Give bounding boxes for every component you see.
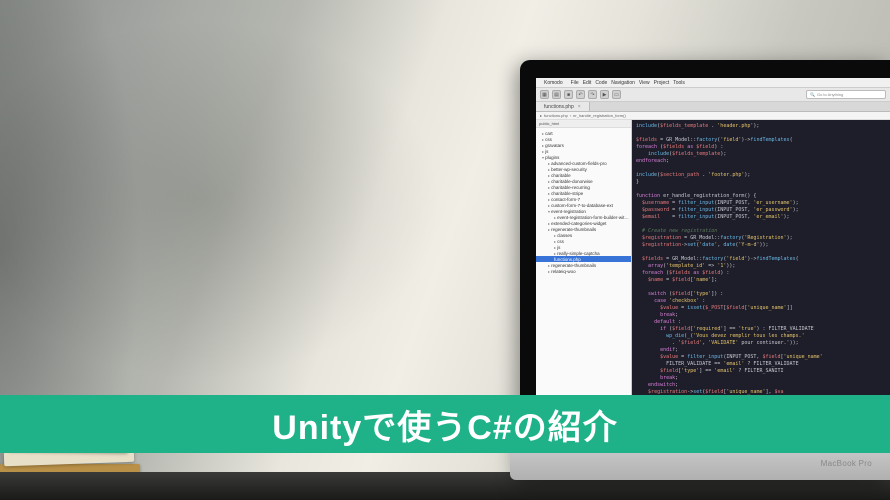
play-icon[interactable]: ▶ bbox=[600, 90, 609, 99]
laptop-brand-label: MacBook Pro bbox=[821, 459, 872, 468]
code-line: $registration->set('date', date('Y-m-d')… bbox=[636, 242, 886, 249]
sidebar-header-label: public_html bbox=[539, 121, 559, 126]
code-line: include($fields_template . 'header.php')… bbox=[636, 123, 886, 130]
code-line: endswitch; bbox=[636, 382, 886, 389]
code-line: $field['type'] == 'email' ? FILTER_SANIT… bbox=[636, 368, 886, 375]
code-line: . '$field', 'VALIDATE' pour continuer.')… bbox=[636, 340, 886, 347]
code-line: function er_handle_registration_form() { bbox=[636, 193, 886, 200]
code-line: foreach ($fields as $field) : bbox=[636, 144, 886, 151]
folder-icon: ▸ bbox=[540, 113, 542, 118]
search-placeholder: Go to Anything bbox=[817, 92, 843, 97]
sidebar: public_html cartcssgravatarsjspluginsadv… bbox=[536, 120, 632, 422]
code-line bbox=[636, 165, 886, 172]
code-line: $password = filter_input(INPUT_POST, 'er… bbox=[636, 207, 886, 214]
code-line: $username = filter_input(INPUT_POST, 'er… bbox=[636, 200, 886, 207]
code-line: if ($field['required'] == 'true') : FILT… bbox=[636, 326, 886, 333]
code-line: $fields = GR_Model::factory('field')->fi… bbox=[636, 137, 886, 144]
ide-body: public_html cartcssgravatarsjspluginsadv… bbox=[536, 120, 890, 422]
code-line: endforeach; bbox=[636, 158, 886, 165]
menubar[interactable]: Komodo File EditCode Navigation View Project… bbox=[536, 78, 890, 88]
banner-title: Unityで使うC#の紹介 bbox=[272, 400, 617, 449]
code-line bbox=[636, 284, 886, 291]
breadcrumb-segment[interactable]: er_handle_registration_form() bbox=[573, 113, 626, 118]
code-line bbox=[636, 186, 886, 193]
sidebar-open-files-header[interactable]: public_html bbox=[536, 120, 631, 128]
menubar-item[interactable]: Project bbox=[654, 80, 670, 86]
undo-icon[interactable]: ↶ bbox=[576, 90, 585, 99]
code-line: $value = isset($_POST[$field['unique_nam… bbox=[636, 305, 886, 312]
toolbar: ▦ ▤ ■ ↶ ↷ ▶ ▭ 🔍 Go to Anything bbox=[536, 88, 890, 102]
breadcrumb[interactable]: ▸ functions.php › er_handle_registration… bbox=[536, 112, 890, 120]
menubar-item[interactable]: Navigation bbox=[611, 80, 635, 86]
code-line: include($fields_template); bbox=[636, 151, 886, 158]
code-line bbox=[636, 130, 886, 137]
close-icon[interactable]: × bbox=[578, 104, 581, 110]
search-icon: 🔍 bbox=[810, 92, 815, 97]
code-line: break; bbox=[636, 312, 886, 319]
code-line: FILTER_VALIDATE == 'email' ? FILTER_VALI… bbox=[636, 361, 886, 368]
tabbar: functions.php × bbox=[536, 102, 890, 112]
code-line: } bbox=[636, 179, 886, 186]
menubar-item[interactable]: View bbox=[639, 80, 650, 86]
code-line: break; bbox=[636, 375, 886, 382]
code-line bbox=[636, 221, 886, 228]
code-line: $registration = GR_Model::factory('Regis… bbox=[636, 235, 886, 242]
save-icon[interactable]: ■ bbox=[564, 90, 573, 99]
breadcrumb-segment[interactable]: functions.php bbox=[544, 113, 568, 118]
code-line: $fields = GR_Model::factory('field')->fi… bbox=[636, 256, 886, 263]
code-line: array('template_id' => '1')); bbox=[636, 263, 886, 270]
search-input[interactable]: 🔍 Go to Anything bbox=[806, 90, 886, 99]
code-line: case 'checkbox' : bbox=[636, 298, 886, 305]
code-line bbox=[636, 249, 886, 256]
file-icon[interactable]: ▭ bbox=[612, 90, 621, 99]
tab-active[interactable]: functions.php × bbox=[536, 102, 590, 111]
chevron-right-icon: › bbox=[570, 113, 571, 118]
laptop-screen: Komodo File EditCode Navigation View Project… bbox=[536, 78, 890, 422]
menubar-item[interactable]: File bbox=[571, 80, 579, 86]
code-line: $value = filter_input(INPUT_POST, $field… bbox=[636, 354, 886, 361]
code-line: endif; bbox=[636, 347, 886, 354]
code-line: $name = $field['name']; bbox=[636, 277, 886, 284]
menubar-item[interactable]: Edit bbox=[583, 80, 592, 86]
tree-folder[interactable]: relateiq-woo bbox=[536, 268, 631, 274]
tab-label: functions.php bbox=[544, 104, 574, 110]
redo-icon[interactable]: ↷ bbox=[588, 90, 597, 99]
menubar-item[interactable]: Tools bbox=[673, 80, 685, 86]
ide-window: Komodo File EditCode Navigation View Project… bbox=[536, 78, 890, 422]
new-file-icon[interactable]: ▦ bbox=[540, 90, 549, 99]
menubar-item[interactable]: Code bbox=[595, 80, 607, 86]
menubar-app[interactable]: Komodo bbox=[544, 80, 563, 86]
code-line: $email = filter_input(INPUT_POST, 'er_em… bbox=[636, 214, 886, 221]
open-icon[interactable]: ▤ bbox=[552, 90, 561, 99]
code-line: foreach ($fields as $field) : bbox=[636, 270, 886, 277]
file-tree[interactable]: cartcssgravatarsjspluginsadvanced-custom… bbox=[536, 128, 631, 414]
code-line: default : bbox=[636, 319, 886, 326]
code-editor[interactable]: include($fields_template . 'header.php')… bbox=[632, 120, 890, 422]
code-line: include($section_path . 'footer.php'); bbox=[636, 172, 886, 179]
code-line: switch ($field['type']) : bbox=[636, 291, 886, 298]
code-line: wp_die(_('Vous devez remplir tous les ch… bbox=[636, 333, 886, 340]
code-line: # Create new registration bbox=[636, 228, 886, 235]
title-banner: Unityで使うC#の紹介 bbox=[0, 395, 890, 453]
